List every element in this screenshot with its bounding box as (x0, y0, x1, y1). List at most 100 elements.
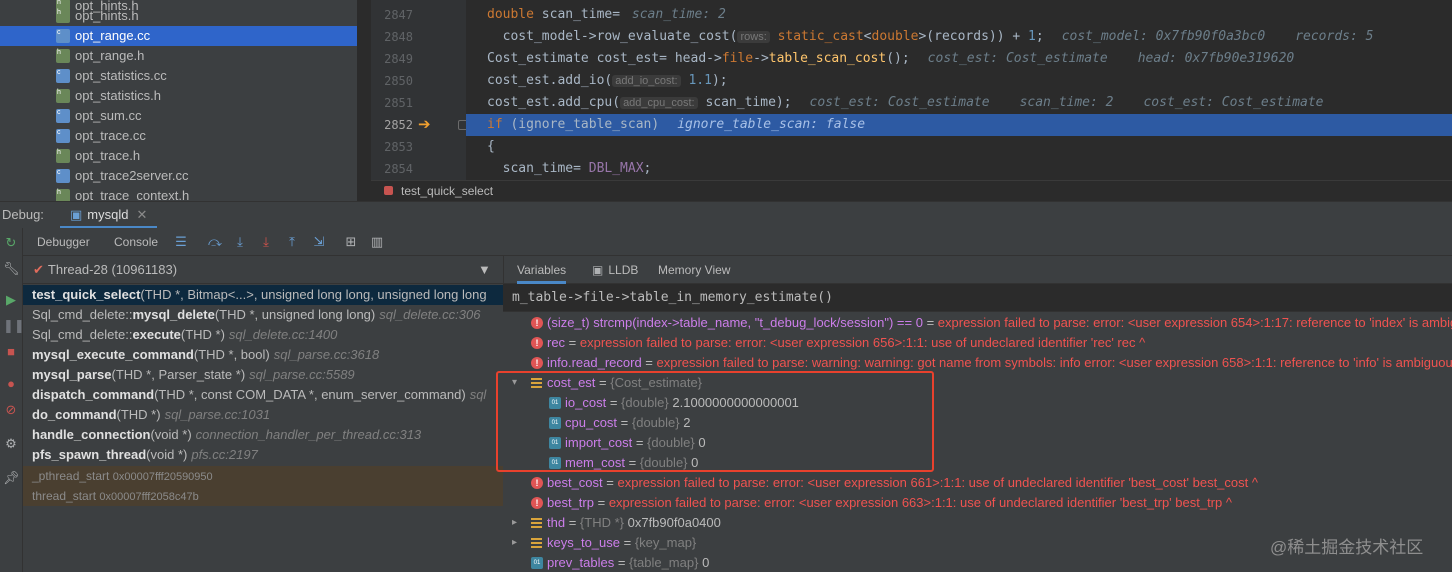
force-step-into-icon[interactable]: ⤓ (258, 234, 274, 250)
tree-item-opt-trace2server-cc[interactable]: c opt_trace2server.cc (0, 166, 357, 186)
code-line: { (487, 139, 495, 154)
terminal-icon: ▣ (592, 263, 604, 277)
tree-item-opt-range-cc[interactable]: c opt_range.cc (0, 26, 357, 46)
tree-item-opt-sum-cc[interactable]: c opt_sum.cc (0, 106, 357, 126)
tree-item-opt-trace-h[interactable]: h opt_trace.h (0, 146, 357, 166)
tree-item-opt-trace-cc[interactable]: c opt_trace.cc (0, 126, 357, 146)
debug-session-tab[interactable]: ▣ mysqld ✕ (60, 202, 158, 229)
variable-row[interactable]: ▸ thd = {THD *} 0x7fb90f0a0400 (503, 513, 1452, 533)
header-file-icon: h (56, 89, 70, 103)
settings-gear-icon[interactable]: ⚙ (3, 436, 19, 452)
debugger-toolbar: Debugger Console ☰ ⤼ ⤓ ⤓ ⤒ ⇲ ⊞ ▥ (23, 228, 1452, 256)
current-code-line: if (ignore_table_scan) ignore_table_scan:… (466, 114, 1452, 136)
stack-frame[interactable]: do_command(THD *) sql_parse.cc:1031 (23, 405, 503, 425)
header-file-icon: h (56, 189, 70, 201)
code-line: cost_est.add_cpu(add_cpu_cost: scan_time… (487, 95, 1324, 110)
frames-pane: ✔Thread-28 (10961183) ▼ ▾ test_quick_sel… (23, 256, 503, 572)
library-frame[interactable]: _pthread_start 0x00007fff20590950 (23, 466, 503, 486)
tab-debugger[interactable]: Debugger (29, 228, 98, 256)
error-icon: ! (531, 477, 543, 489)
cpp-file-icon: c (56, 109, 70, 123)
tree-item-opt-hints-h[interactable]: h opt_hints.h (0, 6, 357, 26)
session-icon: ▣ (70, 207, 83, 222)
variable-row[interactable]: ! (size_t) strcmp(index->table_name, "t_d… (503, 313, 1452, 333)
code-line: scan_time= DBL_MAX; (487, 161, 652, 176)
debug-tool-window-header: Debug: ▣ mysqld ✕ (0, 201, 1452, 229)
rerun-icon[interactable]: ↻ (3, 235, 19, 251)
header-file-icon: h (56, 9, 70, 23)
step-into-icon[interactable]: ⤓ (232, 234, 248, 250)
chevron-right-icon[interactable]: ▸ (512, 513, 522, 533)
stack-frame[interactable]: dispatch_command(THD *, const COM_DATA *… (23, 385, 503, 405)
mute-breakpoints-icon[interactable]: ⊘ (3, 402, 19, 418)
variable-row[interactable]: ! rec = expression failed to parse: error… (503, 333, 1452, 353)
line-number: 2847 (384, 8, 413, 22)
variable-row[interactable]: ! best_cost = expression failed to parse:… (503, 473, 1452, 493)
stack-frame[interactable]: pfs_spawn_thread(void *) pfs.cc:2197 (23, 445, 503, 465)
evaluate-expression-input[interactable]: m_table->file->table_in_memory_estimate(… (503, 284, 1452, 312)
breadcrumb[interactable]: test_quick_select (371, 180, 1452, 201)
header-file-icon: h (56, 149, 70, 163)
stack-frame[interactable]: mysql_parse(THD *, Parser_state *) sql_pa… (23, 365, 503, 385)
error-icon: ! (531, 317, 543, 329)
filter-icon[interactable]: ▼ (478, 262, 491, 277)
cpp-file-icon: c (56, 129, 70, 143)
wrench-icon[interactable]: 🔧︎ (3, 261, 20, 277)
object-icon (531, 518, 542, 528)
stop-icon[interactable]: ■ (3, 344, 19, 360)
code-line: cost_model->row_evaluate_cost(rows: stat… (502, 29, 1374, 44)
param-hint: rows: (737, 31, 770, 43)
run-to-cursor-icon[interactable]: ⇲ (311, 234, 327, 250)
current-line-number: 2852 (384, 118, 413, 132)
variables-tabs: Variables ▣ LLDB Memory View (503, 256, 1452, 284)
stack-frame[interactable]: mysql_execute_command(THD *, bool) sql_pa… (23, 345, 503, 365)
tree-list: h opt_hints.h c opt_range.cc h opt_range.h … (0, 0, 357, 201)
code-line: cost_est.add_io(add_io_cost: 1.1); (487, 73, 728, 88)
line-number: 2851 (384, 96, 413, 110)
debug-side-toolbar: ↻ 🔧︎ ▶ ❚❚ ■ ● ⊘ ⚙ 📌︎ (0, 228, 25, 572)
close-icon[interactable]: ✕ (136, 207, 147, 222)
tab-lldb[interactable]: ▣ LLDB (592, 256, 638, 284)
variable-row[interactable]: ! best_trp = expression failed to parse: … (503, 493, 1452, 513)
thread-selector[interactable]: ✔ Thread-28 (10961183) (23, 256, 503, 284)
stack-frame[interactable]: Sql_cmd_delete::mysql_delete(THD *, unsi… (23, 305, 503, 325)
code-line: Cost_estimate cost_est= head->file->tabl… (487, 51, 1295, 66)
error-icon: ! (531, 357, 543, 369)
library-frame[interactable]: thread_start 0x00007fff2058c47b (23, 486, 503, 506)
param-hint: add_io_cost: (612, 75, 681, 87)
resume-icon[interactable]: ▶ (3, 292, 19, 308)
stack-frame[interactable]: handle_connection(void *) connection_hand… (23, 425, 503, 445)
stack-frame[interactable]: Sql_cmd_delete::execute(THD *) sql_delete… (23, 325, 503, 345)
check-icon: ✔ (33, 262, 44, 277)
watermark: @稀土掘金技术社区 (1270, 538, 1424, 557)
cpp-file-icon: c (56, 169, 70, 183)
error-icon: ! (531, 337, 543, 349)
tree-item-opt-range-h[interactable]: h opt_range.h (0, 46, 357, 66)
code-line: double scan_time= scan_time: 2 (487, 7, 726, 22)
step-out-icon[interactable]: ⤒ (284, 234, 300, 250)
highlight-annotation-box (496, 371, 934, 472)
tab-variables[interactable]: Variables (517, 256, 567, 284)
evaluate-table-icon[interactable]: ⊞ (343, 234, 359, 250)
cpp-file-icon: c (56, 69, 70, 83)
tab-console[interactable]: Console (106, 228, 166, 256)
view-breakpoints-icon[interactable]: ● (3, 376, 19, 392)
pin-icon[interactable]: 📌︎ (3, 470, 20, 486)
param-hint: add_cpu_cost: (620, 97, 698, 109)
tree-item-opt-statistics-cc[interactable]: c opt_statistics.cc (0, 66, 357, 86)
line-number: 2850 (384, 74, 413, 88)
tree-item-opt-trace-context-h[interactable]: h opt_trace_context.h (0, 186, 357, 201)
menu-lines-icon[interactable]: ☰ (173, 234, 189, 250)
tab-memory-view[interactable]: Memory View (658, 256, 730, 284)
layout-icon[interactable]: ▥ (369, 234, 385, 250)
field-icon: 01 (531, 557, 543, 569)
pause-icon[interactable]: ❚❚ (3, 318, 25, 334)
chevron-right-icon[interactable]: ▸ (512, 533, 522, 553)
line-number: 2848 (384, 30, 413, 44)
header-file-icon: h (56, 49, 70, 63)
tree-item-opt-statistics-h[interactable]: h opt_statistics.h (0, 86, 357, 106)
stack-frame[interactable]: test_quick_select(THD *, Bitmap<...>, un… (23, 285, 503, 305)
variable-row[interactable]: ! info.read_record = expression failed to… (503, 353, 1452, 373)
step-over-icon[interactable]: ⤼ (207, 234, 223, 250)
debug-label: Debug: (2, 207, 44, 222)
